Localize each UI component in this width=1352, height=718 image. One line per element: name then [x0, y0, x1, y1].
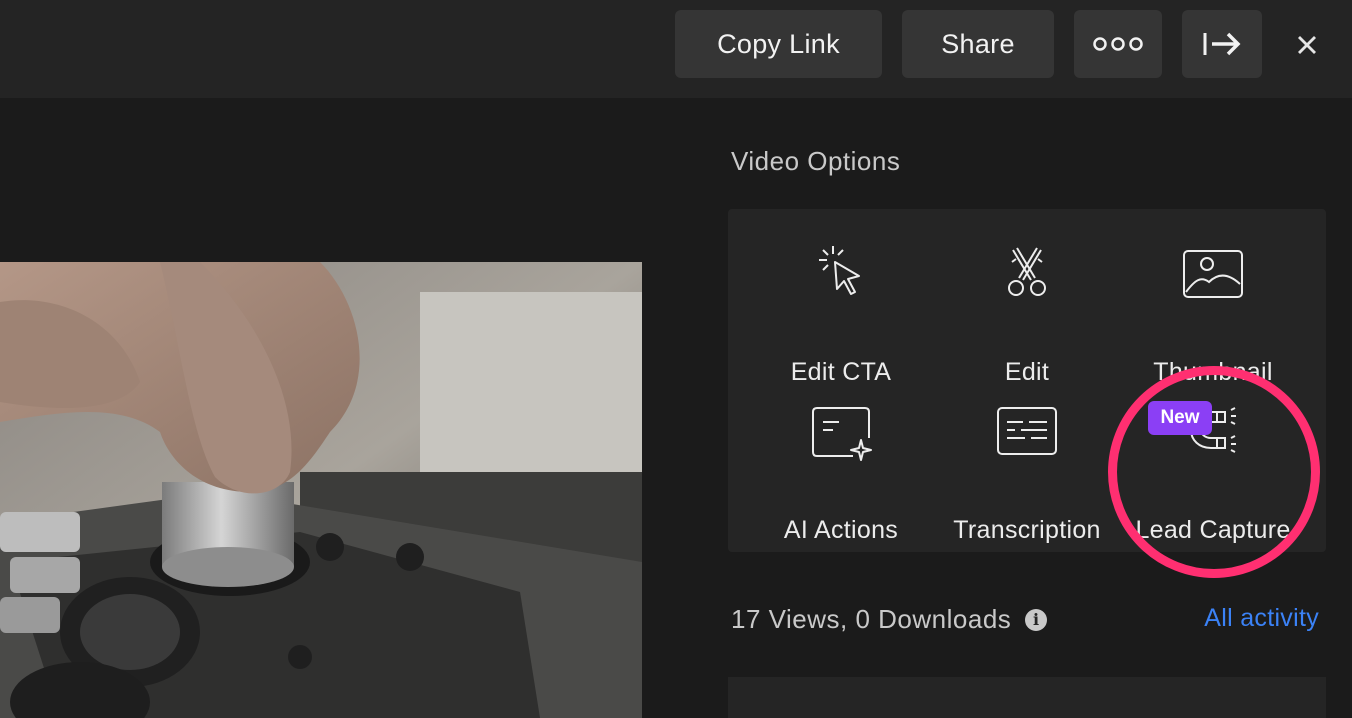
close-button[interactable]: [1284, 22, 1330, 68]
share-button[interactable]: Share: [902, 10, 1054, 78]
edit-cta-label: Edit CTA: [790, 358, 892, 386]
views-downloads-text: 17 Views, 0 Downloads: [731, 604, 1012, 634]
ai-actions-option[interactable]: AI Actions: [748, 398, 934, 548]
all-activity-link[interactable]: All activity: [1204, 604, 1319, 633]
share-label: Share: [941, 28, 1015, 59]
more-options-button[interactable]: [1074, 10, 1162, 78]
new-badge: New: [1148, 401, 1212, 435]
transcript-icon: [997, 407, 1057, 455]
edit-label: Edit: [1004, 358, 1050, 386]
lead-capture-label: Lead Capture: [1135, 516, 1291, 544]
copy-link-button[interactable]: Copy Link: [675, 10, 882, 78]
exit-button[interactable]: [1182, 10, 1262, 78]
thumbnail-option[interactable]: Thumbnail: [1120, 240, 1306, 390]
close-icon: [1298, 36, 1316, 54]
transcription-option[interactable]: Transcription: [934, 398, 1120, 548]
thumbnail-label: Thumbnail: [1153, 358, 1273, 386]
top-toolbar: Copy Link Share: [0, 0, 1352, 98]
scissors-icon: [1008, 247, 1046, 296]
copy-link-label: Copy Link: [717, 28, 840, 59]
transcription-label: Transcription: [953, 516, 1101, 544]
more-dots-icon: [1093, 37, 1143, 51]
edit-cta-option[interactable]: Edit CTA: [748, 240, 934, 390]
arrow-right-bar-icon: [1203, 32, 1241, 56]
info-icon[interactable]: i: [1025, 608, 1048, 631]
video-options-title: Video Options: [731, 146, 901, 176]
edit-option[interactable]: Edit: [934, 240, 1120, 390]
video-stats: 17 Views, 0 Downloads i: [731, 604, 1048, 635]
ai-actions-label: AI Actions: [783, 516, 899, 544]
activity-panel: [728, 677, 1326, 718]
image-icon: [1183, 250, 1243, 298]
cursor-sparkle-icon: [819, 246, 860, 295]
ai-sparkle-card-icon: [812, 407, 872, 461]
video-frame-image: [0, 262, 642, 718]
video-preview[interactable]: [0, 262, 642, 718]
